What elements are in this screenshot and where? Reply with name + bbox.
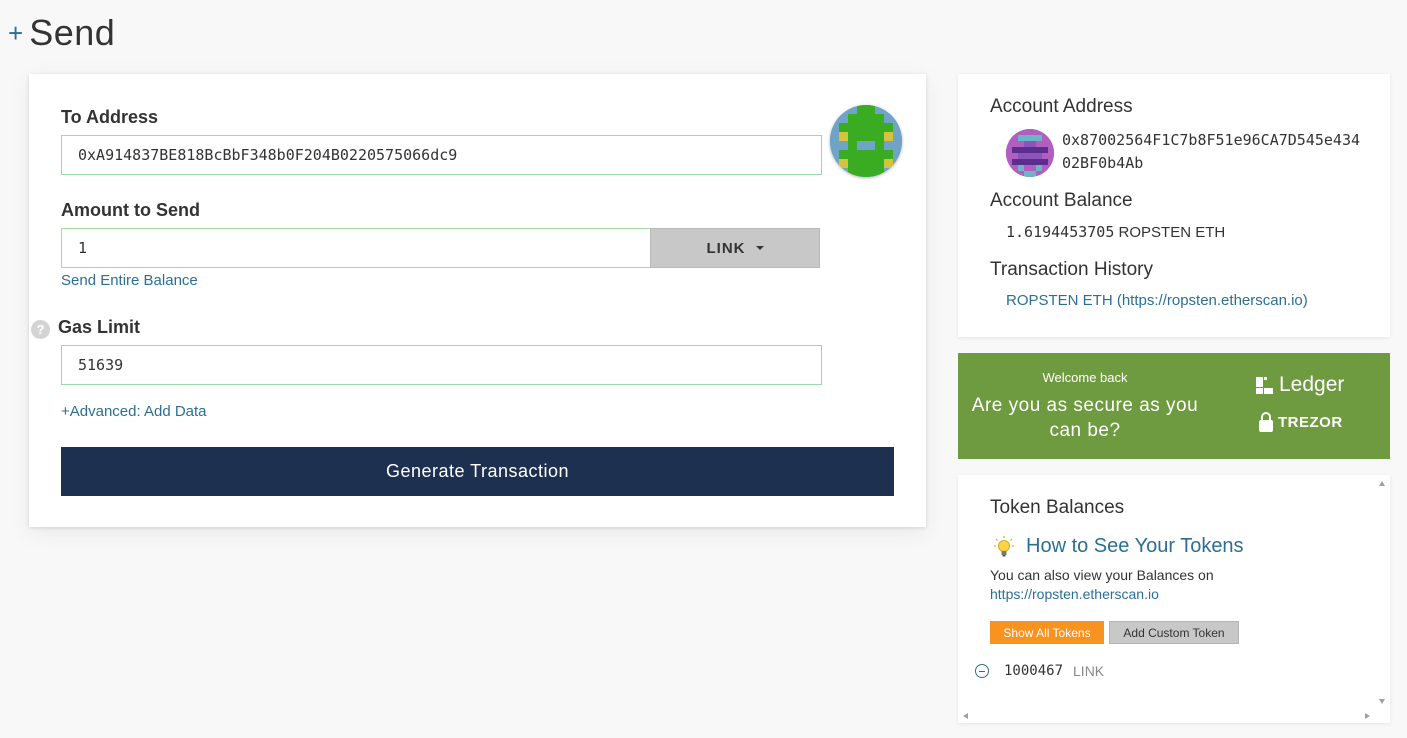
- chevron-down-icon: [755, 246, 764, 250]
- remove-token-icon[interactable]: [975, 664, 989, 678]
- etherscan-link[interactable]: https://ropsten.etherscan.io: [990, 586, 1159, 602]
- ledger-logo: Ledger: [1256, 373, 1344, 397]
- amount-input[interactable]: 1: [61, 228, 651, 268]
- scroll-up-icon[interactable]: [1379, 481, 1385, 486]
- token-balances-heading: Token Balances: [990, 497, 1125, 518]
- scroll-down-icon[interactable]: [1379, 699, 1385, 704]
- account-balance-heading: Account Balance: [990, 190, 1133, 211]
- to-address-input[interactable]: 0xA914837BE818BcBbF348b0F204B0220575066d…: [61, 135, 822, 175]
- scroll-right-icon[interactable]: [1365, 713, 1370, 719]
- balance-unit: ROPSTEN ETH: [1118, 224, 1226, 241]
- advanced-add-data-link[interactable]: +Advanced: Add Data: [61, 403, 207, 420]
- account-identicon-graphic: [1006, 129, 1054, 177]
- ledger-icon: [1256, 376, 1273, 394]
- token-horizontal-scrollbar[interactable]: [958, 708, 1375, 723]
- balance-amount: 1.6194453705: [1006, 223, 1115, 241]
- unit-dropdown-label: LINK: [706, 239, 746, 257]
- how-to-see-tokens-link[interactable]: How to See Your Tokens: [1026, 535, 1244, 558]
- transaction-history-heading: Transaction History: [990, 259, 1153, 280]
- lightbulb-icon: [994, 536, 1014, 557]
- token-info-text: You can also view your Balances on: [990, 567, 1214, 583]
- gas-limit-label: Gas Limit: [58, 317, 141, 337]
- plus-icon: +: [8, 17, 24, 48]
- generate-transaction-button[interactable]: Generate Transaction: [61, 447, 894, 496]
- to-address-identicon: [830, 105, 902, 177]
- unit-dropdown[interactable]: LINK: [650, 228, 820, 268]
- account-balance-value: 1.6194453705 ROPSTEN ETH: [1006, 223, 1225, 241]
- transaction-history-link[interactable]: ROPSTEN ETH (https://ropsten.etherscan.i…: [1006, 292, 1308, 309]
- token-vertical-scrollbar[interactable]: [1375, 475, 1390, 708]
- lock-icon: [1259, 412, 1273, 432]
- page-title: Send: [29, 12, 116, 53]
- send-entire-balance-link[interactable]: Send Entire Balance: [61, 272, 198, 289]
- page-header: + Send: [8, 8, 115, 58]
- amount-label: Amount to Send: [61, 200, 200, 220]
- help-icon[interactable]: ?: [31, 320, 50, 339]
- send-form-card: To Address 0xA914837BE818BcBbF348b0F204B…: [29, 74, 926, 527]
- add-custom-token-button[interactable]: Add Custom Token: [1109, 621, 1239, 644]
- show-all-tokens-button[interactable]: Show All Tokens: [990, 621, 1104, 644]
- trezor-wordmark: TREZOR: [1278, 413, 1343, 431]
- to-address-label: To Address: [61, 107, 159, 127]
- promo-headline: Are you as secure as you can be?: [971, 395, 1199, 441]
- promo-welcome-text: Welcome back: [1042, 370, 1128, 385]
- account-address-value: 0x87002564F1C7b8F51e96CA7D545e43402BF0b4…: [1062, 131, 1361, 172]
- account-address-heading: Account Address: [990, 96, 1133, 117]
- gas-limit-input[interactable]: 51639: [61, 345, 822, 385]
- ledger-wordmark: Ledger: [1279, 373, 1345, 396]
- account-identicon: [1006, 129, 1054, 177]
- scroll-left-icon[interactable]: [963, 713, 968, 719]
- account-info-card: Account Address 0x87002564F1C7b8F51e96CA…: [958, 74, 1390, 337]
- trezor-logo: TREZOR: [1259, 412, 1343, 432]
- token-amount: 1000467: [1004, 663, 1064, 679]
- identicon-graphic: [830, 105, 902, 177]
- token-symbol: LINK: [1073, 663, 1105, 679]
- token-balances-card: Token Balances How to See Your Tokens Yo…: [958, 475, 1390, 723]
- token-row: 1000467 LINK: [975, 663, 1104, 679]
- hardware-wallet-promo[interactable]: Welcome back Are you as secure as you ca…: [958, 353, 1390, 459]
